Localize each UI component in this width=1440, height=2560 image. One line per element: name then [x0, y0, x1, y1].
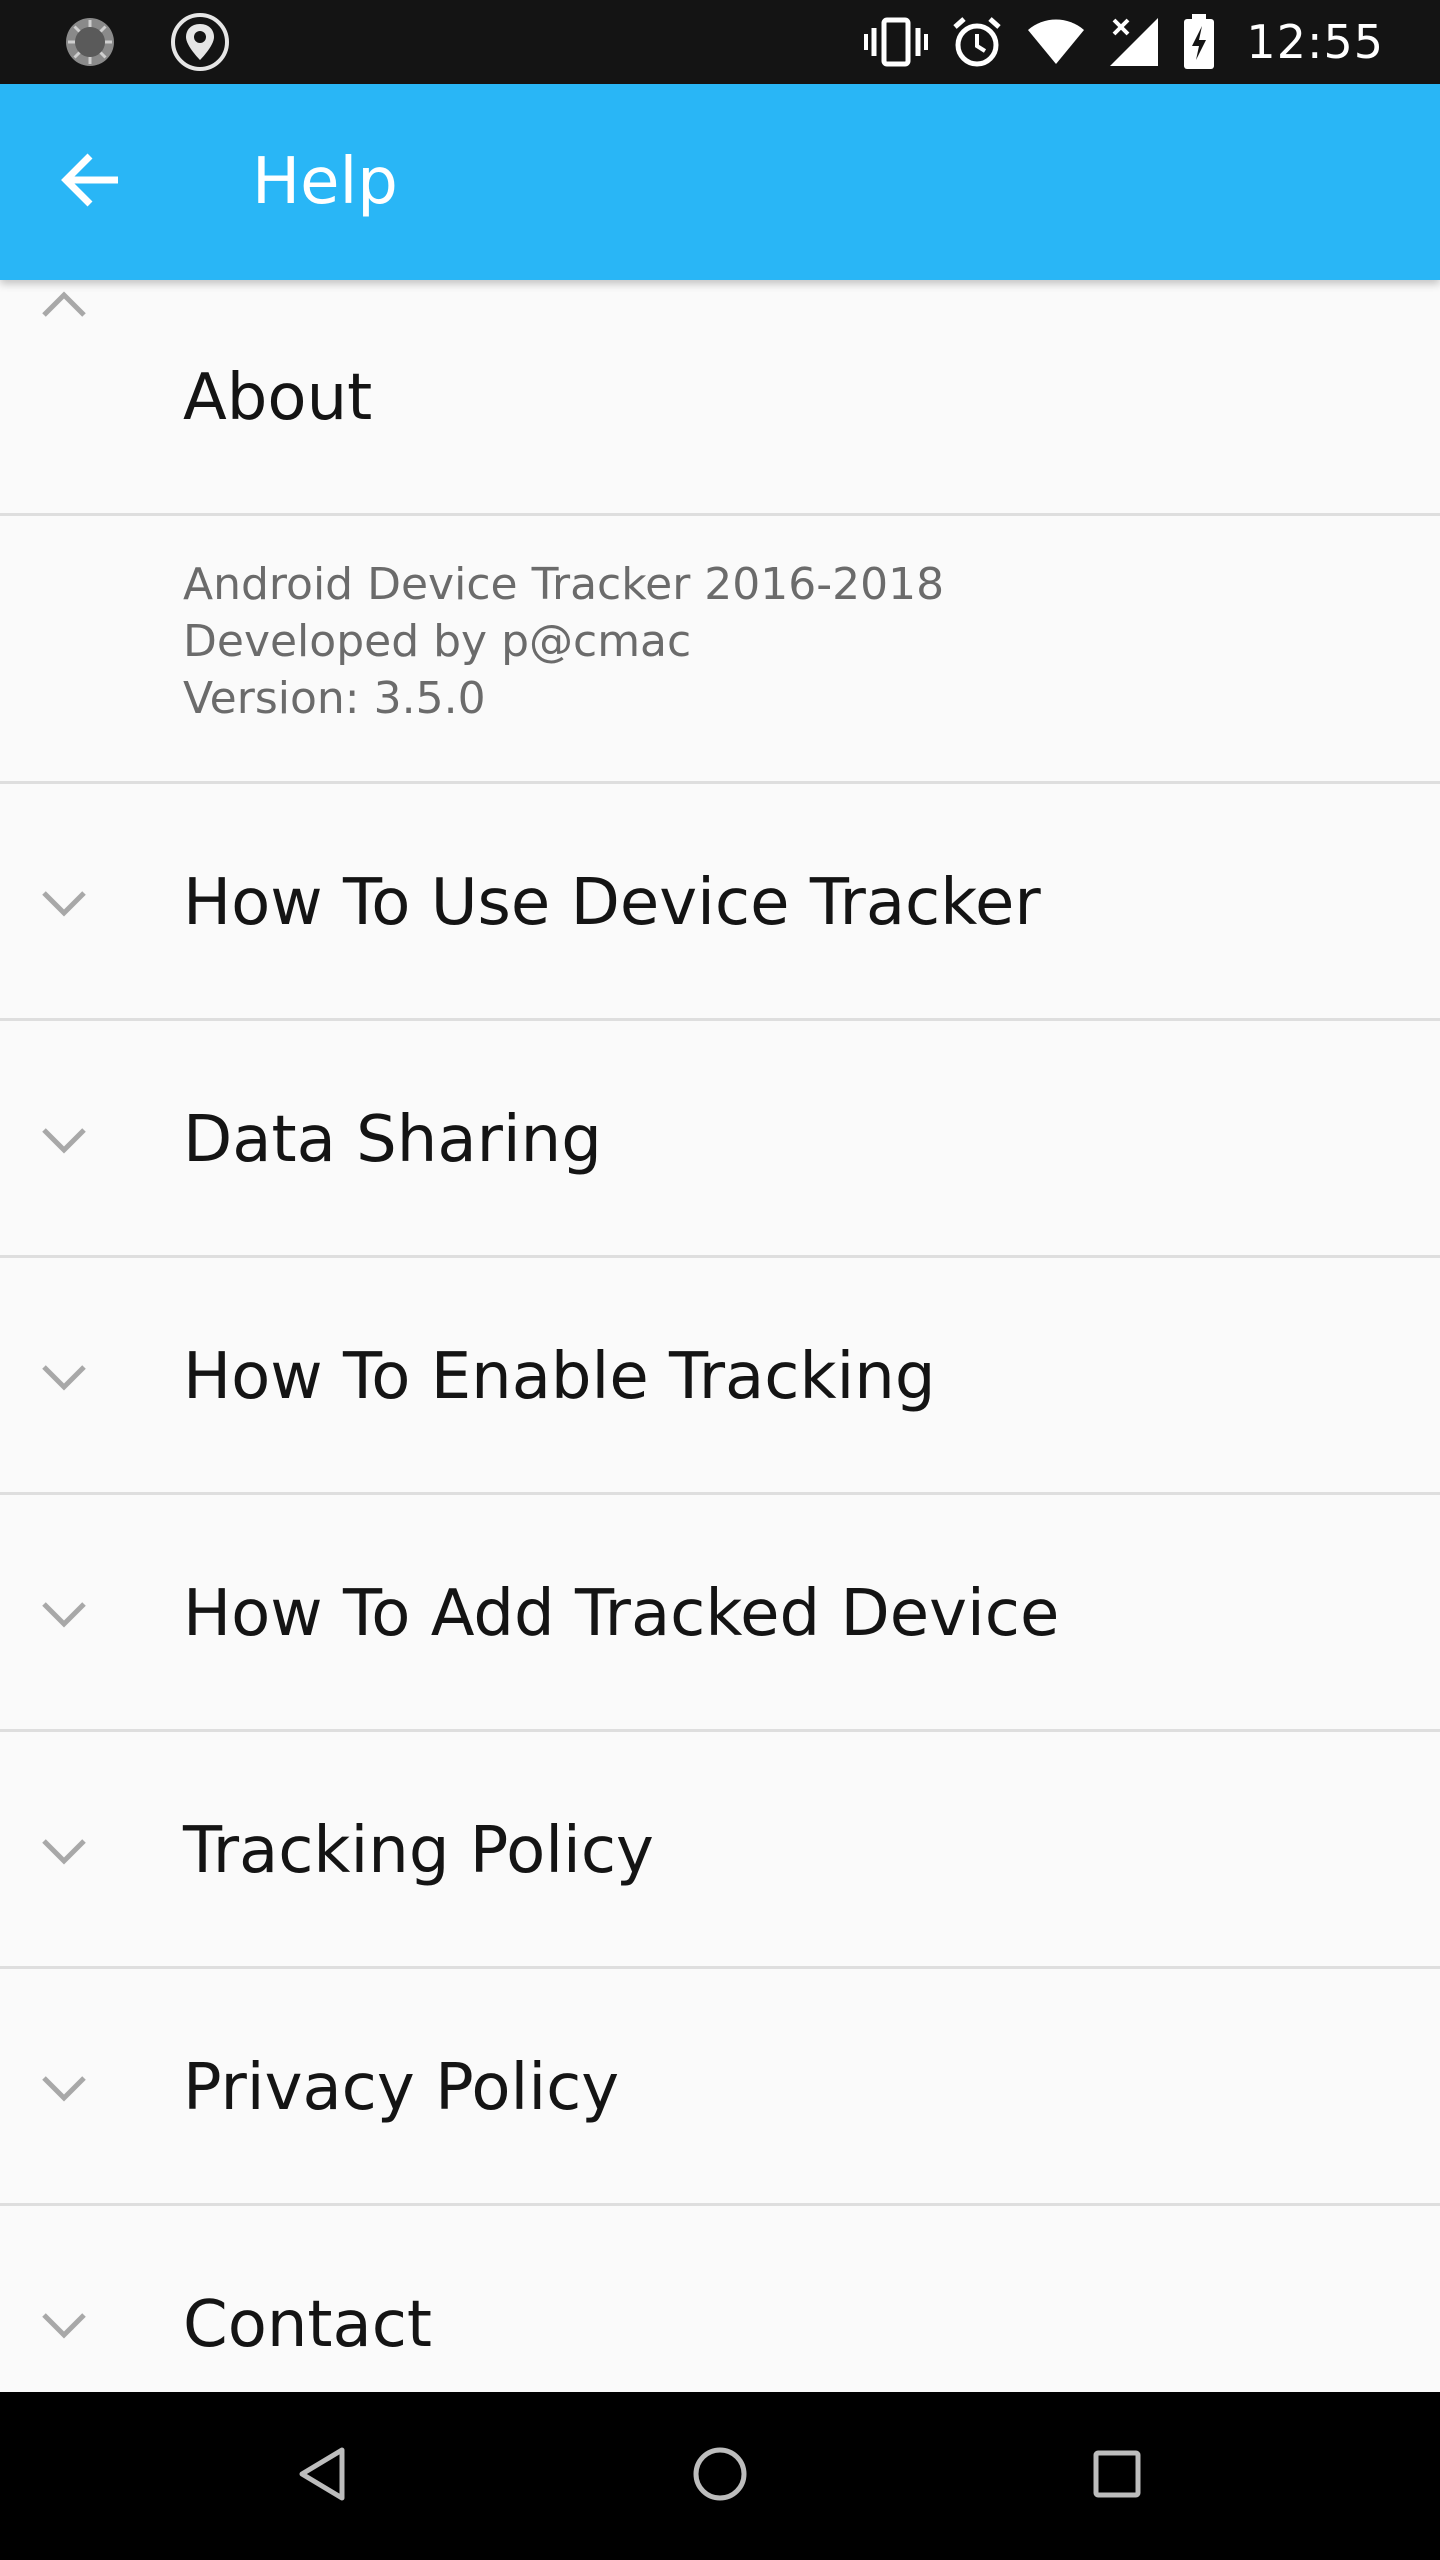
nav-home-button[interactable] [680, 2436, 760, 2516]
section-header-privacy-policy[interactable]: Privacy Policy [0, 1969, 1440, 2206]
about-version: Version: 3.5.0 [183, 673, 486, 724]
section-title: Data Sharing [183, 1102, 602, 1177]
page-title: Help [252, 145, 398, 219]
wifi-icon [1026, 18, 1086, 66]
nav-back-button[interactable] [282, 2436, 362, 2516]
section-title: How To Enable Tracking [183, 1339, 936, 1414]
system-nav-bar [0, 2392, 1440, 2560]
back-button[interactable] [40, 130, 144, 234]
section-header-tracking-policy[interactable]: Tracking Policy [0, 1732, 1440, 1969]
signal-icon [1108, 16, 1160, 68]
section-title: Privacy Policy [183, 2050, 620, 2125]
about-text: Android Device Tracker 2016-2018 Develop… [183, 556, 944, 727]
status-bar: 12:55 [0, 0, 1440, 84]
alarm-icon [950, 15, 1004, 69]
battery-charging-icon [1182, 14, 1216, 70]
back-triangle-icon [296, 2445, 348, 2507]
about-developer: Developed by p@cmac [183, 616, 692, 667]
chevron-down-icon [40, 1828, 88, 1876]
help-sections-list: About Android Device Tracker 2016-2018 D… [0, 280, 1440, 2392]
section-header-contact[interactable]: Contact [0, 2206, 1440, 2392]
status-bar-system-icons: 12:55 [864, 0, 1384, 84]
home-circle-icon [692, 2446, 748, 2506]
chevron-up-icon [40, 280, 88, 328]
location-pin-icon [170, 12, 230, 72]
chevron-down-icon [40, 1591, 88, 1639]
section-header-about[interactable]: About [0, 280, 1440, 516]
chevron-down-icon [40, 880, 88, 928]
sync-spinner-icon [62, 14, 118, 70]
section-title: How To Use Device Tracker [183, 865, 1041, 940]
status-bar-notifications [62, 12, 230, 72]
section-header-how-to-use[interactable]: How To Use Device Tracker [0, 784, 1440, 1021]
chevron-down-icon [40, 1117, 88, 1165]
section-title: Contact [183, 2287, 432, 2362]
app-bar: Help [0, 84, 1440, 280]
section-title: How To Add Tracked Device [183, 1576, 1060, 1651]
about-app-name: Android Device Tracker 2016-2018 [183, 559, 945, 610]
section-header-add-tracked-device[interactable]: How To Add Tracked Device [0, 1495, 1440, 1732]
about-content: Android Device Tracker 2016-2018 Develop… [0, 516, 1440, 784]
chevron-down-icon [40, 2302, 88, 2350]
section-header-enable-tracking[interactable]: How To Enable Tracking [0, 1258, 1440, 1495]
arrow-left-icon [60, 150, 124, 214]
section-header-data-sharing[interactable]: Data Sharing [0, 1021, 1440, 1258]
section-title: Tracking Policy [183, 1813, 654, 1888]
chevron-down-icon [40, 1354, 88, 1402]
status-bar-time: 12:55 [1246, 15, 1384, 69]
vibrate-icon [864, 16, 929, 68]
chevron-down-icon [40, 2065, 88, 2113]
section-title: About [183, 361, 373, 435]
recents-square-icon [1092, 2449, 1142, 2503]
nav-recents-button[interactable] [1077, 2436, 1157, 2516]
